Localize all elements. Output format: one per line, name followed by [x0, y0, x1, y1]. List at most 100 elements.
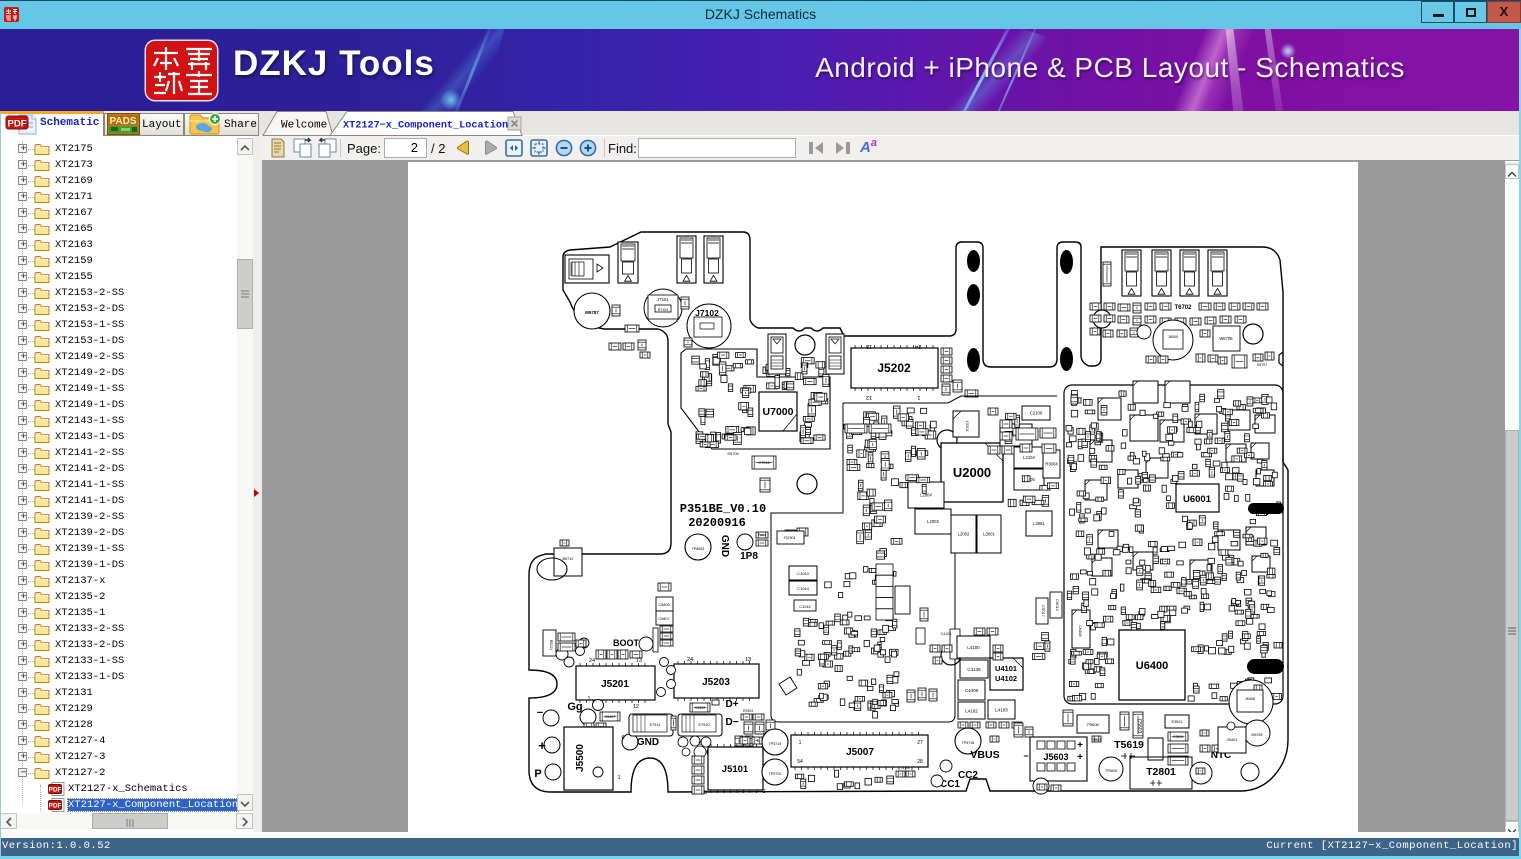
svg-text:J6401: J6401 [1227, 737, 1239, 742]
svg-text:24: 24 [589, 658, 595, 664]
svg-text:+: + [1077, 740, 1083, 751]
svg-text:C5017: C5017 [1041, 605, 1046, 618]
svg-text:S5705: S5705 [727, 451, 739, 456]
svg-text:54: 54 [797, 759, 803, 765]
svg-text:J7101: J7101 [657, 297, 669, 302]
svg-text:PDF: PDF [49, 787, 62, 794]
svg-text:L6408: L6408 [1078, 625, 1083, 637]
svg-text:Fund: Fund [758, 533, 766, 537]
svg-text:J5500: J5500 [575, 744, 586, 772]
svg-text:6: 6 [621, 735, 624, 741]
svg-text:R2904: R2904 [743, 709, 753, 713]
svg-text:Gg: Gg [567, 701, 582, 713]
svg-text:P351BE_V0.10: P351BE_V0.10 [680, 502, 766, 516]
svg-text:L4100: L4100 [967, 645, 980, 650]
svg-text:B5712: B5712 [563, 557, 574, 561]
svg-text:R5224: R5224 [549, 640, 553, 651]
svg-text:BOOT: BOOT [613, 638, 640, 648]
svg-text:T6702: T6702 [1174, 305, 1192, 311]
svg-text:GND: GND [719, 535, 730, 557]
svg-text:D−: D− [725, 717, 738, 728]
svg-text:C2808: C2808 [1173, 735, 1183, 739]
svg-text:L2002: L2002 [958, 532, 970, 537]
svg-text:L2003: L2003 [927, 519, 939, 524]
svg-text:J5203: J5203 [702, 677, 730, 688]
svg-text:U4102: U4102 [995, 674, 1017, 683]
svg-text:P: P [534, 768, 541, 780]
svg-text:+: + [538, 738, 546, 753]
svg-text:C2100: C2100 [1030, 411, 1043, 416]
svg-text:−: − [537, 707, 543, 719]
svg-text:C1245: C1245 [799, 605, 810, 609]
svg-text:TP5719: TP5719 [769, 742, 782, 746]
svg-text:1P8: 1P8 [740, 551, 758, 562]
svg-text:1: 1 [917, 394, 920, 400]
svg-text:24: 24 [687, 657, 693, 663]
svg-text:1: 1 [799, 740, 802, 746]
svg-text:C5307: C5307 [605, 715, 616, 719]
svg-text:6: 6 [698, 741, 701, 747]
svg-text:J6500: J6500 [1168, 335, 1178, 339]
svg-text:TP6663: TP6663 [692, 547, 705, 551]
svg-text:24: 24 [915, 343, 921, 349]
svg-text:L3081: L3081 [1033, 521, 1045, 526]
svg-text:L2104: L2104 [1023, 455, 1035, 460]
svg-text:PDF: PDF [49, 803, 62, 810]
svg-text:1: 1 [588, 696, 591, 702]
svg-text:E7511: E7511 [650, 723, 661, 727]
svg-text:J6408: J6408 [1245, 697, 1255, 701]
svg-text:C5807: C5807 [658, 617, 669, 621]
svg-text:M5789: M5789 [1252, 733, 1263, 737]
svg-text:13: 13 [745, 657, 751, 663]
svg-text:L4103: L4103 [995, 708, 1008, 713]
svg-text:CC2: CC2 [958, 770, 978, 781]
svg-text:2: 2 [762, 789, 765, 795]
svg-text:13: 13 [636, 658, 642, 664]
svg-text:M5787: M5787 [585, 310, 599, 315]
svg-text:J5202: J5202 [877, 361, 911, 375]
svg-text:VBUS: VBUS [970, 749, 999, 761]
svg-text:Y2201: Y2201 [965, 420, 970, 432]
svg-text:C4104: C4104 [941, 632, 951, 636]
svg-text:XT2127−x_Component_Location: XT2127−x_Component_Location [343, 120, 508, 132]
svg-text:D+: D+ [725, 699, 738, 710]
svg-text:12: 12 [633, 704, 639, 710]
svg-text:27: 27 [917, 740, 923, 746]
svg-text:C7016: C7016 [758, 461, 769, 465]
svg-text:R3004: R3004 [1045, 462, 1058, 467]
svg-text:TP5608: TP5608 [1105, 769, 1117, 773]
svg-text:T5708: T5708 [900, 766, 909, 770]
svg-text:−: − [1023, 751, 1028, 761]
svg-text:C5322: C5322 [695, 706, 706, 710]
svg-text:S6707: S6707 [1257, 363, 1267, 367]
svg-text:P5608: P5608 [1087, 722, 1099, 727]
svg-text:U6400: U6400 [1136, 660, 1168, 672]
svg-text:C5806: C5806 [658, 603, 669, 607]
svg-text:U6001: U6001 [1183, 494, 1212, 505]
svg-text:E3501: E3501 [1172, 720, 1183, 724]
svg-text:C5603: C5603 [1136, 719, 1142, 734]
svg-text:T5619: T5619 [1114, 739, 1144, 751]
svg-text:J5101: J5101 [722, 764, 749, 775]
svg-text:GND: GND [637, 737, 659, 748]
svg-text:Welcome: Welcome [281, 120, 327, 132]
svg-text:1: 1 [617, 775, 620, 781]
svg-text:W6705: W6705 [1219, 336, 1233, 341]
svg-text:PADS: PADS [109, 116, 136, 127]
svg-text:C1044: C1044 [797, 586, 810, 591]
svg-text:20200916: 20200916 [688, 516, 746, 530]
svg-text:TP5720: TP5720 [769, 772, 782, 776]
svg-text:J7102: J7102 [695, 308, 719, 318]
svg-text:C6012: C6012 [1055, 599, 1060, 612]
svg-text:J5201: J5201 [601, 679, 629, 690]
svg-text:28: 28 [917, 759, 923, 765]
svg-text:C4149: C4149 [967, 667, 981, 672]
svg-text:U4101: U4101 [995, 664, 1017, 673]
svg-text:TP5718: TP5718 [962, 741, 975, 745]
svg-text:12: 12 [866, 394, 872, 400]
svg-text:U7000: U7000 [763, 406, 794, 418]
svg-text:R7104: R7104 [658, 308, 669, 312]
svg-text:L3001: L3001 [983, 532, 995, 537]
svg-text:E7510: E7510 [699, 723, 710, 727]
svg-text:U2000: U2000 [953, 465, 991, 480]
